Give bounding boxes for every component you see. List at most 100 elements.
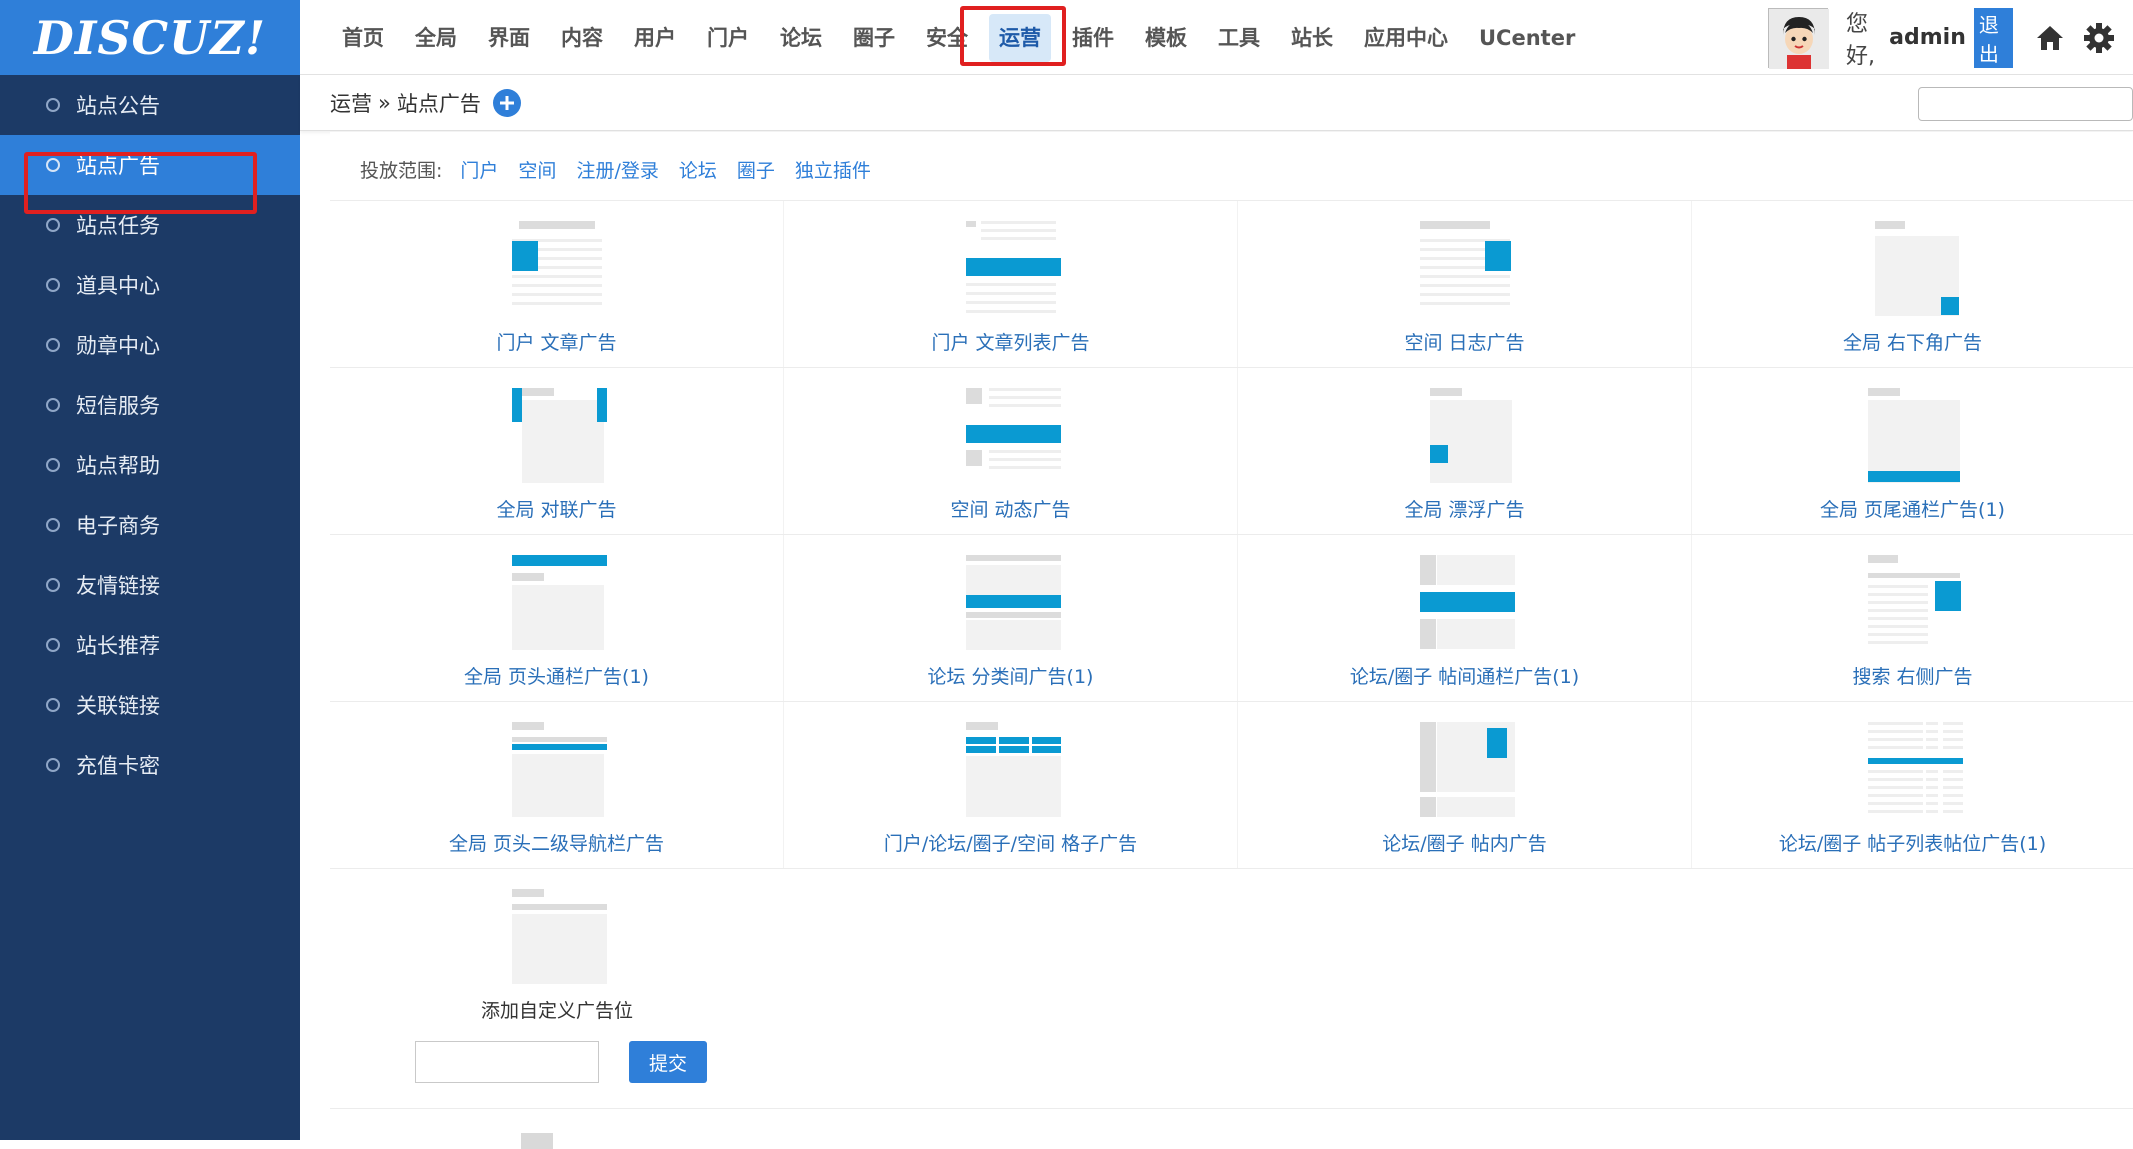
ad-position-card[interactable]: 论坛/圈子 帖内广告 <box>1238 702 1692 868</box>
nav-item[interactable]: 工具 <box>1208 14 1270 62</box>
nav-item[interactable]: 门户 <box>697 14 759 62</box>
home-icon[interactable] <box>2035 21 2065 55</box>
nav-item[interactable]: UCenter <box>1469 14 1585 62</box>
ad-position-label[interactable]: 全局 对联广告 <box>496 495 616 522</box>
nav-item[interactable]: 模板 <box>1135 14 1197 62</box>
scope-link[interactable]: 注册/登录 <box>576 156 658 183</box>
scope-link[interactable]: 门户 <box>460 156 498 183</box>
ad-layout-icon <box>507 722 607 817</box>
ad-position-card[interactable]: 全局 页尾通栏广告(1) <box>1692 368 2133 534</box>
ad-position-card[interactable]: 全局 右下角广告 <box>1692 201 2133 367</box>
gear-icon[interactable] <box>2083 21 2115 55</box>
ad-position-label[interactable]: 全局 右下角广告 <box>1843 328 1982 355</box>
ad-position-card[interactable]: 搜索 右侧广告 <box>1692 535 2133 701</box>
breadcrumb-parent[interactable]: 运营 <box>330 88 372 118</box>
nav-item[interactable]: 插件 <box>1062 14 1124 62</box>
ad-position-card[interactable]: 门户/论坛/圈子/空间 格子广告 <box>784 702 1238 868</box>
scope-link[interactable]: 独立插件 <box>795 156 871 183</box>
nav-item[interactable]: 内容 <box>551 14 613 62</box>
sidebar-item[interactable]: 关联链接 <box>0 675 300 735</box>
top-bar: DISCUZ! 首页 全局 界面 内容 用户 门户 论坛 圈子 安全 运营 插件 模板 工具 站长 应用中心… <box>0 0 2133 75</box>
ad-position-card[interactable]: 全局 页头通栏广告(1) <box>330 535 784 701</box>
ad-position-card[interactable]: 论坛/圈子 帖间通栏广告(1) <box>1238 535 1692 701</box>
ad-position-label[interactable]: 门户 文章列表广告 <box>931 328 1089 355</box>
breadcrumb-separator: » <box>378 91 391 115</box>
ad-position-grid: 门户 文章广告 门户 文章列表广告 空间 日志广告 全局 右下角广告全局 对联广告 空间… <box>330 200 2133 1149</box>
ad-position-card[interactable]: 论坛 分类间广告(1) <box>784 535 1238 701</box>
ad-layout-icon <box>1863 388 1963 483</box>
ad-grid-row: 全局 页头通栏广告(1) 论坛 分类间广告(1) 论坛/圈子 帖间通栏广告(1) 搜索… <box>330 534 2133 701</box>
circle-bullet-icon <box>46 518 60 532</box>
avatar-icon <box>1769 8 1829 69</box>
ad-layout-icon <box>1415 388 1515 483</box>
ad-position-label[interactable]: 全局 页头二级导航栏广告 <box>449 829 664 856</box>
ad-position-label[interactable]: 全局 漂浮广告 <box>1404 495 1524 522</box>
ad-position-card[interactable]: 论坛/圈子 帖子列表帖位广告(1) <box>1692 702 2133 868</box>
ad-position-label[interactable]: 空间 动态广告 <box>950 495 1070 522</box>
nav-item[interactable]: 运营 <box>989 13 1051 62</box>
ad-position-card[interactable]: 空间 动态广告 <box>784 368 1238 534</box>
ad-layout-icon <box>507 388 607 483</box>
ad-position-card[interactable]: 门户 文章广告 <box>330 201 784 367</box>
ad-position-card[interactable]: 全局 漂浮广告 <box>1238 368 1692 534</box>
ad-position-card[interactable]: 门户 文章列表广告 <box>784 201 1238 367</box>
sidebar: 站点公告 站点广告 站点任务 道具中心勋章中心短信服务站点帮助电子商务 友情链接站长推荐… <box>0 75 300 1140</box>
sidebar-item-label: 勋章中心 <box>76 334 160 358</box>
nav-item[interactable]: 首页 <box>332 14 394 62</box>
logout-link[interactable]: 退出 <box>1973 7 2013 68</box>
sidebar-item-label: 站点帮助 <box>76 454 160 478</box>
ad-position-label[interactable]: 搜索 右侧广告 <box>1852 662 1972 689</box>
custom-ad-card: 添加自定义广告位 <box>330 869 784 1023</box>
ad-position-card[interactable]: 全局 页头二级导航栏广告 <box>330 702 784 868</box>
sidebar-item[interactable]: 站点帮助 <box>0 435 300 495</box>
sidebar-item[interactable]: 站点任务 <box>0 195 300 255</box>
sidebar-item[interactable]: 道具中心 <box>0 255 300 315</box>
sidebar-item[interactable]: 站点公告 <box>0 75 300 135</box>
circle-bullet-icon <box>46 218 60 232</box>
ad-position-label[interactable]: 门户 文章广告 <box>496 328 616 355</box>
plus-icon <box>499 96 514 110</box>
ad-position-label[interactable]: 空间 日志广告 <box>1404 328 1524 355</box>
nav-item[interactable]: 全局 <box>405 14 467 62</box>
sidebar-item-label: 站长推荐 <box>76 634 160 658</box>
sidebar-item[interactable]: 勋章中心 <box>0 315 300 375</box>
ad-layout-icon <box>1863 221 1963 316</box>
nav-item[interactable]: 圈子 <box>843 14 905 62</box>
nav-item[interactable]: 站长 <box>1281 14 1343 62</box>
nav-item[interactable]: 安全 <box>916 14 978 62</box>
ad-position-label[interactable]: 论坛 分类间广告(1) <box>928 662 1094 689</box>
scope-link[interactable]: 圈子 <box>737 156 775 183</box>
ad-layout-icon <box>1415 555 1515 650</box>
circle-bullet-icon <box>46 278 60 292</box>
ad-position-label[interactable]: 论坛/圈子 帖内广告 <box>1382 829 1546 856</box>
sidebar-item[interactable]: 短信服务 <box>0 375 300 435</box>
nav-item[interactable]: 界面 <box>478 14 540 62</box>
sidebar-item[interactable]: 站点广告 <box>0 135 300 195</box>
custom-ad-name-input[interactable] <box>415 1041 599 1083</box>
avatar[interactable] <box>1768 7 1829 69</box>
ad-position-card[interactable]: 全局 对联广告 <box>330 368 784 534</box>
sidebar-item[interactable]: 充值卡密 <box>0 735 300 795</box>
add-shortcut-button[interactable] <box>492 89 521 117</box>
logo[interactable]: DISCUZ! <box>0 0 300 75</box>
scope-link[interactable]: 论坛 <box>679 156 717 183</box>
custom-ad-label: 添加自定义广告位 <box>480 1000 633 1022</box>
ad-position-label[interactable]: 论坛/圈子 帖子列表帖位广告(1) <box>1779 829 2046 856</box>
ad-position-card[interactable]: 空间 日志广告 <box>1238 201 1692 367</box>
search-input[interactable] <box>1918 87 2133 121</box>
sidebar-item[interactable]: 友情链接 <box>0 555 300 615</box>
nav-item[interactable]: 应用中心 <box>1354 14 1458 62</box>
ad-position-label[interactable]: 论坛/圈子 帖间通栏广告(1) <box>1350 662 1579 689</box>
nav-item[interactable]: 论坛 <box>770 14 832 62</box>
submit-button[interactable]: 提交 <box>629 1041 707 1083</box>
ad-position-label[interactable]: 全局 页头通栏广告(1) <box>464 662 649 689</box>
ad-position-label[interactable]: 门户/论坛/圈子/空间 格子广告 <box>884 829 1137 856</box>
sidebar-item-label: 充值卡密 <box>76 754 160 778</box>
sidebar-item[interactable]: 站长推荐 <box>0 615 300 675</box>
sidebar-item[interactable]: 电子商务 <box>0 495 300 555</box>
circle-bullet-icon <box>46 578 60 592</box>
nav-item[interactable]: 用户 <box>624 14 686 62</box>
main-nav: 首页 全局 界面 内容 用户 门户 论坛 圈子 安全 运营 插件 模板 工具 站长 应用中心 UCenter <box>332 0 1596 75</box>
ad-position-label[interactable]: 全局 页尾通栏广告(1) <box>1820 495 2005 522</box>
scope-link[interactable]: 空间 <box>518 156 556 183</box>
